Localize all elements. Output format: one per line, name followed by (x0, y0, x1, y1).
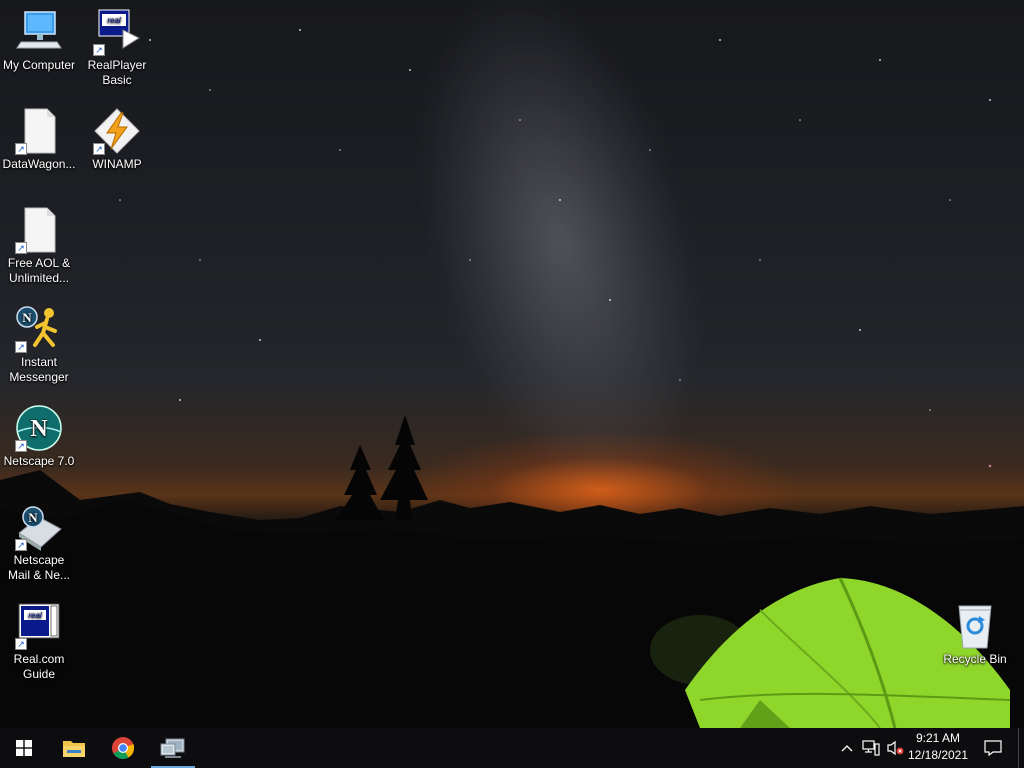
svg-text:N: N (28, 510, 38, 525)
folder-icon (63, 741, 85, 757)
desktop-icon-real-guide[interactable]: real ↗ Real.com Guide (1, 602, 77, 682)
shortcut-arrow-icon: ↗ (15, 638, 27, 650)
real-guide-icon: real ↗ (15, 602, 63, 650)
svg-text:real: real (28, 611, 42, 620)
tray-volume[interactable] (884, 728, 906, 768)
action-center-button[interactable] (978, 728, 1008, 768)
desktop-icon-label: Instant Messenger (9, 355, 69, 384)
desktop-icon-free-aol[interactable]: ↗ Free AOL & Unlimited... (1, 206, 77, 286)
chrome-icon (112, 737, 135, 759)
recycle-bin-icon (951, 602, 999, 650)
network-icon (862, 740, 880, 756)
clock-time: 9:21 AM (915, 731, 961, 745)
monitor-app-icon (160, 738, 185, 758)
aim-running-man-icon: N ↗ (15, 305, 63, 353)
svg-text:N: N (22, 310, 32, 325)
tray-clock[interactable]: 9:21 AM 12/18/2021 (904, 730, 972, 764)
clock-date: 12/18/2021 (907, 748, 969, 762)
shortcut-arrow-icon: ↗ (15, 143, 27, 155)
desktop-icon-label: Real.com Guide (13, 652, 65, 681)
svg-text:N: N (30, 416, 48, 442)
shortcut-arrow-icon: ↗ (93, 143, 105, 155)
netscape-icon: N ↗ (15, 404, 63, 452)
desktop-icon-label: Recycle Bin (943, 652, 1007, 666)
shortcut-arrow-icon: ↗ (15, 539, 27, 551)
start-button[interactable] (0, 728, 48, 768)
shortcut-arrow-icon: ↗ (15, 440, 27, 452)
desktop-icon-recycle-bin[interactable]: Recycle Bin (937, 602, 1013, 667)
show-desktop-divider (1018, 728, 1019, 768)
desktop-icon-winamp[interactable]: ↗ WINAMP (79, 107, 155, 172)
taskbar-file-explorer[interactable] (50, 728, 98, 768)
notification-icon (984, 740, 1002, 756)
blank-document-icon: ↗ (15, 107, 63, 155)
taskbar: 9:21 AM 12/18/2021 (0, 728, 1024, 768)
winamp-icon: ↗ (93, 107, 141, 155)
svg-text:real: real (107, 16, 121, 25)
tray-network[interactable] (860, 728, 882, 768)
shortcut-arrow-icon: ↗ (93, 44, 105, 56)
desktop-icon-label: DataWagon... (2, 157, 76, 171)
desktop-icon-realplayer-basic[interactable]: real ↗ RealPlayer Basic (79, 8, 155, 88)
desktop-icon-label: Free AOL & Unlimited... (7, 256, 71, 285)
desktop-icon-label: Netscape Mail & Ne... (7, 553, 70, 582)
desktop-icon-label: RealPlayer Basic (87, 58, 147, 87)
desktop-icon-netscape-mail[interactable]: N ↗ Netscape Mail & Ne... (1, 503, 77, 583)
shortcut-arrow-icon: ↗ (15, 341, 27, 353)
chevron-up-icon (841, 745, 853, 752)
volume-muted-icon (887, 740, 904, 756)
tray-show-hidden-icons[interactable] (838, 728, 856, 768)
realplayer-icon: real ↗ (93, 8, 141, 56)
desktop-icon-label: Netscape 7.0 (3, 454, 75, 468)
desktop-icon-datawagon[interactable]: ↗ DataWagon... (1, 107, 77, 172)
blank-document-icon: ↗ (15, 206, 63, 254)
desktop-icon-label: WINAMP (92, 157, 142, 171)
desktop-icon-instant-messenger[interactable]: N ↗ Instant Messenger (1, 305, 77, 385)
desktop-icon-my-computer[interactable]: My Computer (1, 8, 77, 73)
computer-icon (15, 8, 63, 56)
windows-start-icon (16, 740, 32, 756)
taskbar-display-app[interactable] (149, 728, 197, 768)
desktop-icon-label: My Computer (2, 58, 76, 72)
netscape-mail-icon: N ↗ (15, 503, 63, 551)
shortcut-arrow-icon: ↗ (15, 242, 27, 254)
taskbar-chrome[interactable] (99, 728, 147, 768)
desktop[interactable]: My Computer real ↗ RealPlayer Basic ↗ Da… (0, 0, 1024, 728)
desktop-icon-netscape[interactable]: N ↗ Netscape 7.0 (1, 404, 77, 469)
